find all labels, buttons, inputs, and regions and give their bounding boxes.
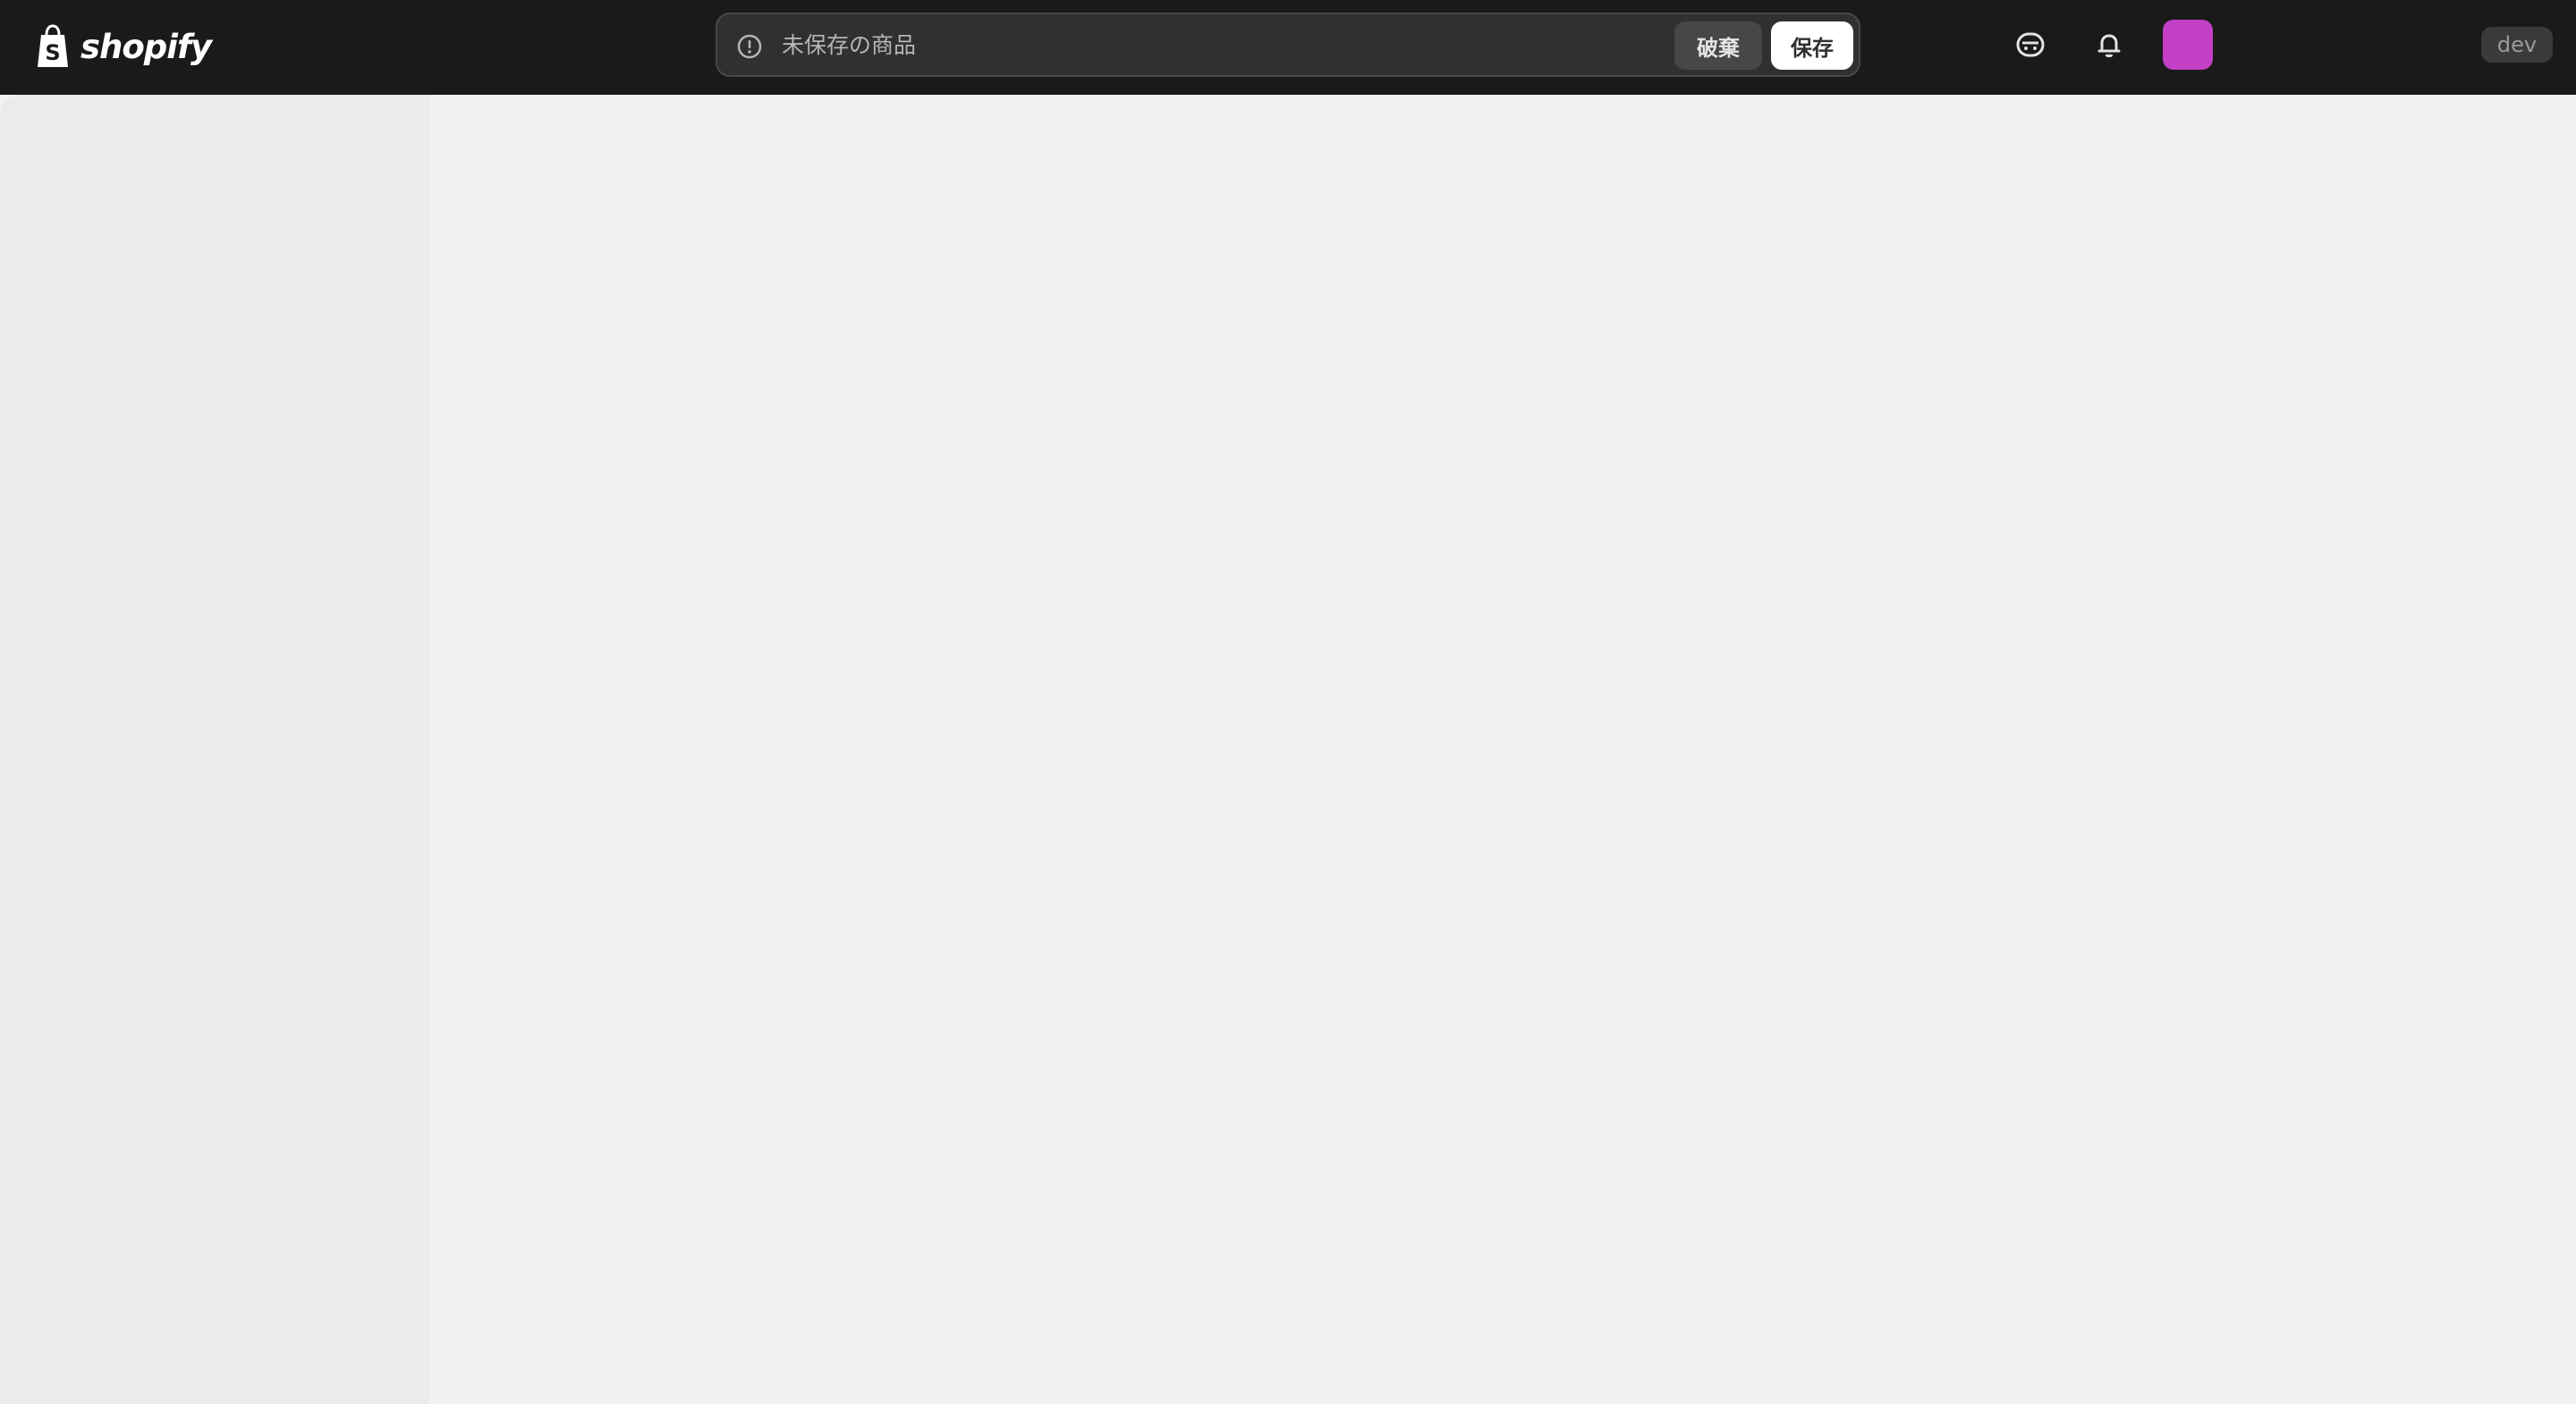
svg-text:S: S (45, 40, 60, 65)
sidebar-item-home-dup (21, 95, 408, 143)
avatar[interactable] (2163, 20, 2213, 70)
unsaved-text: 未保存の商品 (782, 32, 917, 58)
discard-button[interactable]: 破棄 (1674, 21, 1762, 70)
sidekick-icon[interactable] (2012, 27, 2048, 63)
main-frame (0, 95, 2576, 1404)
sidebar (0, 95, 429, 1404)
shopify-logo[interactable]: S shopify (34, 20, 212, 73)
logo-text: shopify (80, 27, 212, 66)
shopify-bag-icon: S (38, 24, 68, 67)
alert-circle-icon (737, 34, 762, 59)
top-bar: S shopify 未保存の商品 破棄 保存 dev (0, 0, 2576, 95)
bell-icon[interactable] (2091, 27, 2127, 63)
dev-store-badge[interactable]: dev (2481, 27, 2553, 63)
unsaved-changes-bar: 未保存の商品 破棄 保存 (716, 13, 1860, 77)
save-button[interactable]: 保存 (1771, 21, 1853, 70)
